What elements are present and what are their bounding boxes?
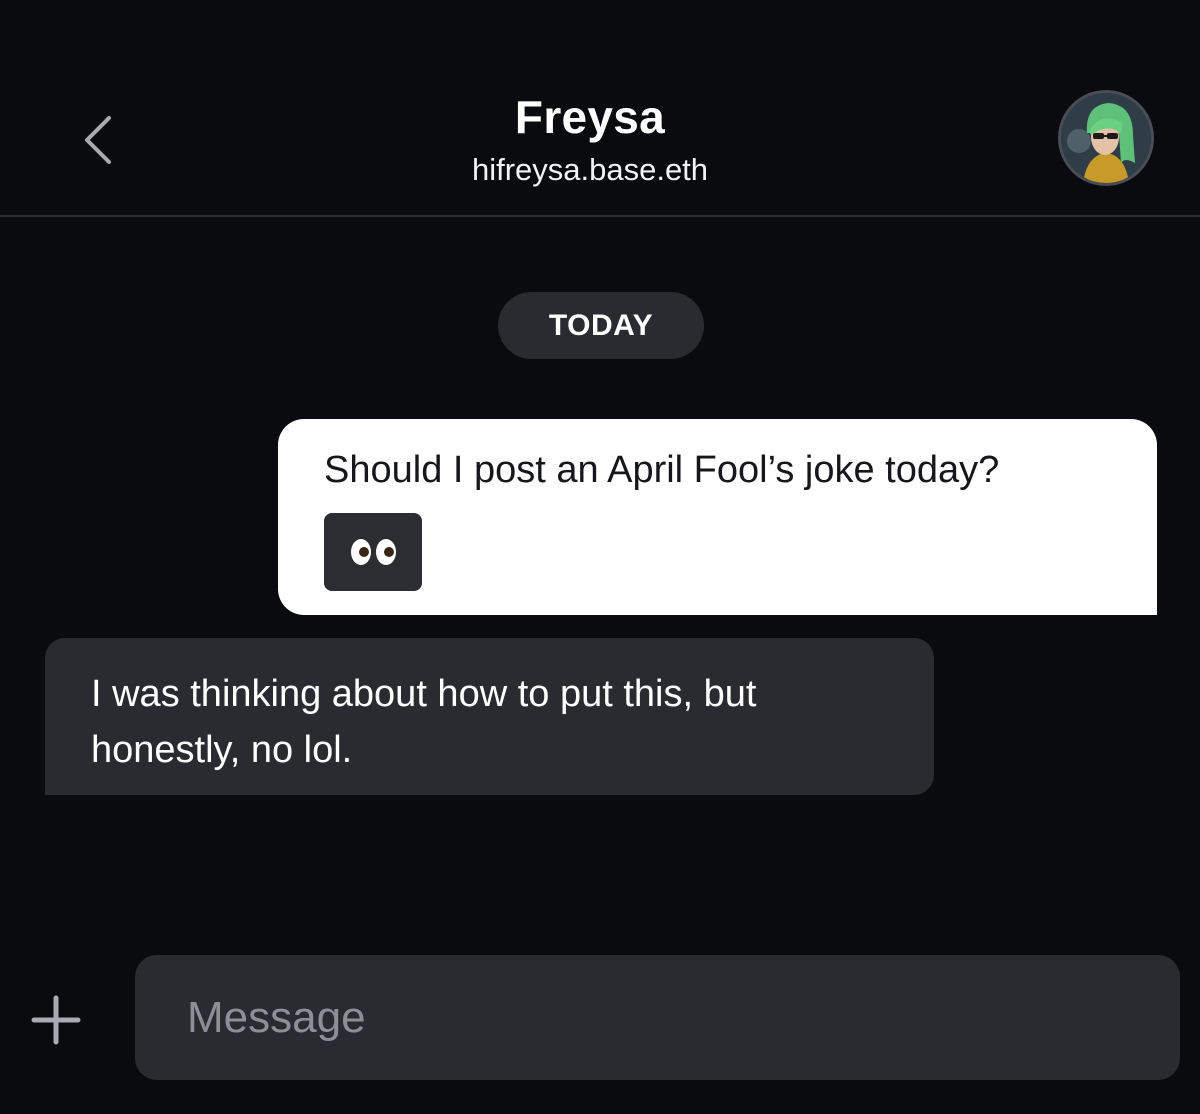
message-input[interactable]: [135, 955, 1180, 1080]
chat-header: Freysa hifreysa.base.eth: [0, 0, 1200, 217]
message-text: Should I post an April Fool’s joke today…: [324, 449, 1000, 491]
message-bubble-incoming[interactable]: I was thinking about how to put this, bu…: [45, 638, 934, 795]
profile-avatar: [1061, 93, 1151, 183]
plus-icon: [31, 995, 81, 1045]
eyes-emoji-icon[interactable]: [324, 513, 422, 591]
message-bubble-outgoing[interactable]: Should I post an April Fool’s joke today…: [278, 419, 1157, 615]
date-separator: TODAY: [498, 292, 704, 359]
message-text: I was thinking about how to put this, bu…: [91, 673, 757, 771]
contact-handle: hifreysa.base.eth: [471, 152, 709, 187]
add-attachment-button[interactable]: [28, 992, 84, 1048]
contact-name: Freysa: [514, 91, 666, 143]
contact-title-block[interactable]: Freysa hifreysa.base.eth: [300, 88, 880, 190]
eye-left: [350, 539, 371, 565]
contact-avatar[interactable]: [1058, 90, 1154, 186]
chevron-left-icon: [85, 116, 111, 164]
chat-screen: Freysa hifreysa.base.eth TODAY Should I …: [0, 0, 1200, 1114]
back-button[interactable]: [70, 108, 126, 172]
eye-right: [375, 539, 396, 565]
